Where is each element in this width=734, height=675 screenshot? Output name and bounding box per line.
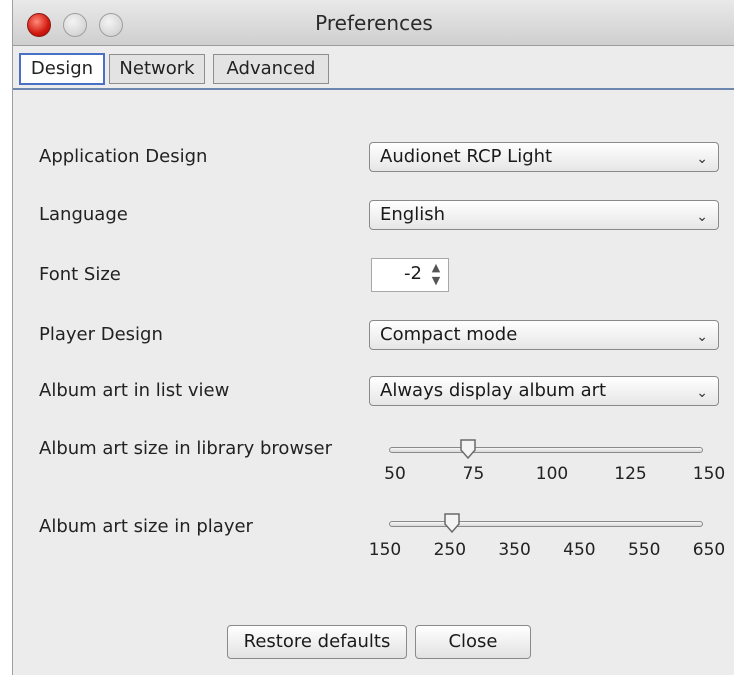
slider-tick-label: 150 xyxy=(692,464,726,484)
slider-tick-label: 450 xyxy=(563,540,596,560)
language-value: English xyxy=(380,204,445,225)
application-design-value: Audionet RCP Light xyxy=(380,146,553,167)
tab-bar: Design Network Advanced xyxy=(13,46,734,94)
application-design-label: Application Design xyxy=(39,146,208,167)
player-art-size-label: Album art size in player xyxy=(39,516,253,537)
album-art-list-select[interactable]: Always display album art ⌄ xyxy=(369,376,719,406)
font-size-label: Font Size xyxy=(39,264,121,285)
font-size-value: -2 xyxy=(404,263,422,284)
tab-network[interactable]: Network xyxy=(109,54,205,84)
design-panel: Application Design Audionet RCP Light ⌄ … xyxy=(13,94,734,675)
chevron-down-icon: ⌄ xyxy=(696,329,708,345)
chevron-down-icon: ⌄ xyxy=(696,385,708,401)
slider-tick-label: 350 xyxy=(498,540,531,560)
slider-track xyxy=(389,447,703,453)
slider-tick-label: 150 xyxy=(368,540,402,560)
slider-tick-label: 650 xyxy=(692,540,726,560)
library-art-size-label: Album art size in library browser xyxy=(39,438,333,459)
preferences-window: Preferences Design Network Advanced Appl… xyxy=(12,0,734,675)
slider-tick-label: 50 xyxy=(384,464,406,484)
chevron-down-icon: ⌄ xyxy=(696,151,708,167)
window-title: Preferences xyxy=(315,11,433,35)
library-art-size-ticks: 50 75 100 125 150 xyxy=(373,464,726,486)
player-design-select[interactable]: Compact mode ⌄ xyxy=(369,320,719,350)
tab-design[interactable]: Design xyxy=(19,53,105,85)
album-art-list-value: Always display album art xyxy=(380,380,607,401)
slider-thumb-icon[interactable] xyxy=(443,512,461,534)
chevron-down-icon: ⌄ xyxy=(696,209,708,225)
language-select[interactable]: English ⌄ xyxy=(369,200,719,230)
application-design-select[interactable]: Audionet RCP Light ⌄ xyxy=(369,142,719,172)
slider-tick-label: 125 xyxy=(614,464,647,484)
player-design-label: Player Design xyxy=(39,324,163,345)
slider-thumb-icon[interactable] xyxy=(459,438,477,460)
slider-tick-label: 75 xyxy=(462,464,485,484)
slider-tick-label: 250 xyxy=(433,540,467,560)
tab-advanced[interactable]: Advanced xyxy=(213,54,329,84)
language-label: Language xyxy=(39,204,128,225)
player-art-size-slider[interactable] xyxy=(389,512,703,534)
slider-tick-label: 550 xyxy=(627,540,661,560)
slider-tick-label: 100 xyxy=(535,464,569,484)
font-size-spinner[interactable]: -2 ▲ ▼ xyxy=(371,258,449,292)
spinner-arrows-icon[interactable]: ▲ ▼ xyxy=(428,261,444,289)
restore-defaults-button[interactable]: Restore defaults xyxy=(227,625,407,659)
close-button[interactable]: Close xyxy=(415,625,531,659)
library-art-size-slider[interactable] xyxy=(389,438,703,460)
album-art-list-label: Album art in list view xyxy=(39,380,230,401)
title-bar[interactable]: Preferences xyxy=(13,0,734,46)
player-design-value: Compact mode xyxy=(380,324,518,345)
player-art-size-ticks: 150 250 350 450 550 650 xyxy=(369,540,726,562)
slider-track xyxy=(389,521,703,527)
